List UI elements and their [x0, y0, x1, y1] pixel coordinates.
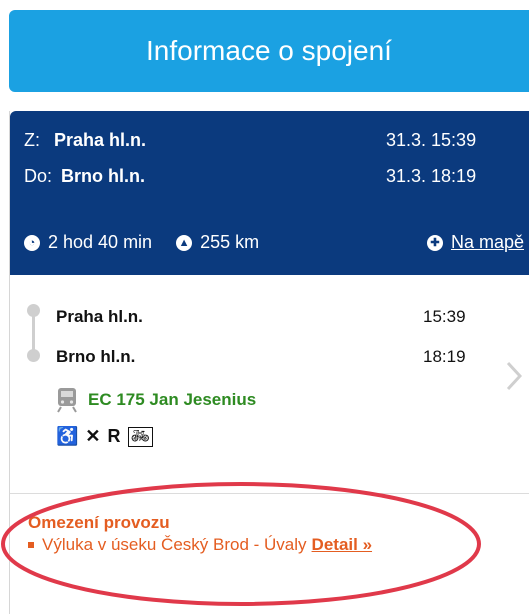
- train-amenities: ♿ ✕ R 🚲︎: [56, 426, 153, 447]
- trip-stats: ◔ 2 hod 40 min ▲ 255 km ✚ Na mapě: [24, 232, 529, 253]
- divider: [10, 493, 529, 494]
- restaurant-icon: ✕: [85, 426, 101, 446]
- clock-icon: ◔: [24, 234, 40, 251]
- page-title: Informace o spojení: [146, 35, 392, 66]
- from-row: Z: Praha hl.n.: [24, 130, 146, 151]
- train-icon: [57, 388, 77, 413]
- stop-destination-time: 18:19: [423, 347, 466, 366]
- notice-item: Výluka v úseku Český Brod - Úvaly Detail…: [28, 535, 372, 555]
- train-name: EC 175 Jan Jesenius: [88, 390, 257, 409]
- route-detail[interactable]: Praha hl.n. 15:39 Brno hl.n. 18:19 EC 17…: [10, 275, 529, 493]
- from-station: Praha hl.n.: [54, 130, 147, 150]
- reservation-mark: R: [107, 426, 121, 446]
- stop-origin-time: 15:39: [423, 307, 466, 326]
- to-time: 31.3. 18:19: [386, 166, 477, 186]
- connection-summary: Z: Praha hl.n. 31.3. 15:39 Do: Brno hl.n. …: [10, 111, 529, 275]
- notice-detail-link[interactable]: Detail »: [312, 535, 372, 555]
- distance: ▲ 255 km: [176, 232, 259, 253]
- bicycle-icon: 🚲︎: [127, 426, 153, 447]
- distance-value: 255 km: [200, 232, 260, 252]
- to-row: Do: Brno hl.n.: [24, 166, 145, 187]
- wheelchair-icon: ♿: [56, 426, 79, 446]
- duration-value: 2 hod 40 min: [48, 232, 153, 252]
- chevron-right-icon[interactable]: [506, 361, 522, 391]
- notice-title: Omezení provozu: [28, 513, 170, 532]
- map-icon: ✚: [426, 234, 443, 251]
- notice-text: Výluka v úseku Český Brod - Úvaly: [42, 535, 307, 554]
- duration: ◔ 2 hod 40 min: [24, 232, 152, 253]
- distance-icon: ▲: [176, 234, 193, 251]
- stop-destination: Brno hl.n.: [56, 347, 136, 366]
- train-info: EC 175 Jan Jesenius: [56, 387, 256, 413]
- bullet-icon: [28, 542, 34, 548]
- route-end-dot: [27, 349, 40, 362]
- to-station: Brno hl.n.: [61, 166, 145, 186]
- stop-origin: Praha hl.n.: [56, 307, 143, 326]
- map-link[interactable]: ✚ Na mapě: [426, 232, 524, 253]
- page-header: Informace o spojení: [9, 10, 529, 92]
- map-link-label[interactable]: Na mapě: [451, 232, 524, 253]
- connection-card: Z: Praha hl.n. 31.3. 15:39 Do: Brno hl.n. …: [9, 111, 529, 614]
- from-time: 31.3. 15:39: [386, 130, 477, 150]
- from-label: Z:: [24, 130, 40, 150]
- to-label: Do:: [24, 166, 53, 186]
